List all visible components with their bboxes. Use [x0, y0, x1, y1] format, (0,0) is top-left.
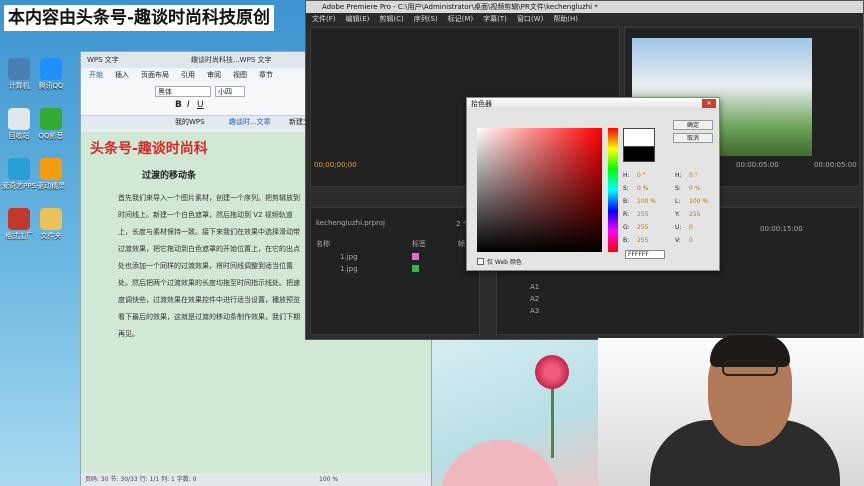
- driver-icon: [40, 158, 62, 180]
- old-color-swatch: [623, 146, 655, 162]
- close-icon[interactable]: ×: [702, 99, 716, 108]
- wallpaper-flower: [535, 355, 569, 389]
- pr-menu-seq[interactable]: 序列(S): [414, 13, 438, 25]
- pr-menu-mark[interactable]: 标记(M): [448, 13, 474, 25]
- size-select[interactable]: 小四: [215, 86, 245, 97]
- l-field[interactable]: 100 %: [689, 198, 708, 205]
- col-frame[interactable]: 帧: [458, 239, 465, 249]
- r-field[interactable]: 255: [637, 211, 648, 218]
- menu-section[interactable]: 章节: [259, 68, 273, 82]
- h-field[interactable]: 0 °: [637, 172, 646, 179]
- pr-menu-edit[interactable]: 编辑(E): [346, 13, 370, 25]
- pr-menu-file[interactable]: 文件(F): [312, 13, 336, 25]
- menu-layout[interactable]: 页面布局: [141, 68, 169, 82]
- zoom-label: 100 %: [319, 476, 339, 483]
- v-field[interactable]: 0: [689, 237, 693, 244]
- bold-icon[interactable]: B: [175, 100, 182, 110]
- pr-menu-help[interactable]: 帮助(H): [553, 13, 578, 25]
- doc-tab-current[interactable]: 趣谈时...文章: [229, 116, 271, 128]
- premiere-titlebar: Adobe Premiere Pro - C:\用户\Administrator…: [306, 1, 863, 13]
- s-field[interactable]: 0 %: [637, 185, 648, 192]
- col-label[interactable]: 标签: [412, 239, 426, 249]
- value-fields: H: 0 ° H: 0 ° S: 0 % S: 0 % B: 100 % L: 100 % R: 2…: [623, 172, 709, 244]
- wps-statusbar: 页码: 30 节: 30/33 行: 1/1 列: 1 字数: 0 100 %: [81, 473, 431, 486]
- underline-icon[interactable]: U: [197, 100, 204, 110]
- u-field[interactable]: 0: [689, 224, 693, 231]
- b-field[interactable]: 100 %: [637, 198, 656, 205]
- document-subtitle: 过渡的移动条: [142, 171, 197, 181]
- web-only-label: 仅 Web 颜色: [487, 259, 522, 266]
- label-swatch-pink: [412, 253, 419, 260]
- menu-insert[interactable]: 插入: [115, 68, 129, 82]
- menu-view[interactable]: 视图: [233, 68, 247, 82]
- color-picker-dialog: 拾色器 × 确定 取消 H: 0 ° H: 0 ° S: 0 % S: 0 % B: 100 …: [466, 97, 720, 271]
- cancel-button[interactable]: 取消: [673, 133, 713, 143]
- pr-menu-clip[interactable]: 剪辑(C): [379, 13, 403, 25]
- desktop-icon-player[interactable]: QQ影音: [20, 108, 82, 141]
- timeline-timecode: 00:00:15:00: [760, 225, 803, 233]
- watermark-text: 本内容由头条号-趣谈时尚科技原创: [4, 5, 275, 31]
- program-timecode[interactable]: 00:00:05:00: [736, 161, 779, 169]
- folder-icon: [40, 208, 62, 230]
- wps-app-tab[interactable]: WPS 文字: [87, 55, 119, 65]
- desktop-icon-driver[interactable]: 驱动精灵: [20, 158, 82, 191]
- s2-field[interactable]: 0 %: [689, 185, 700, 192]
- document-title: 头条号-趣谈时尚科: [90, 141, 208, 157]
- desktop-icon-folder[interactable]: 文件夹: [20, 208, 82, 241]
- project-name: kechengluzhi.prproj: [316, 219, 385, 227]
- track-a2[interactable]: A2: [530, 295, 539, 303]
- source-timecode[interactable]: 00;00;00;00: [314, 161, 357, 169]
- project-item[interactable]: 1.jpg: [340, 265, 358, 273]
- hex-input[interactable]: FFFFFF: [625, 250, 665, 259]
- project-item[interactable]: 1.jpg: [340, 253, 358, 261]
- qq-icon: [40, 58, 62, 80]
- y-field[interactable]: 255: [689, 211, 700, 218]
- wps-doc-tab[interactable]: 趣谈时尚科技...WPS 文字: [191, 55, 272, 65]
- webcam-person-glasses: [722, 360, 778, 376]
- pr-menu-window[interactable]: 窗口(W): [517, 13, 543, 25]
- player-icon: [40, 108, 62, 130]
- menu-start[interactable]: 开始: [89, 68, 103, 82]
- font-select[interactable]: 黑体: [155, 86, 211, 97]
- document-paragraph: 首先我们来导入一个图片素材，创建一个序列。把剪辑放到时间线上。新建一个白色遮罩，…: [118, 194, 300, 338]
- g-field[interactable]: 255: [637, 224, 648, 231]
- premiere-menubar: 文件(F) 编辑(E) 剪辑(C) 序列(S) 标记(M) 字幕(T) 窗口(W…: [306, 13, 863, 25]
- web-only-checkbox[interactable]: [477, 258, 484, 265]
- status-text: 页码: 30 节: 30/33 行: 1/1 列: 1 字数: 0: [85, 476, 197, 483]
- picker-title: 拾色器: [467, 98, 719, 110]
- track-a3[interactable]: A3: [530, 307, 539, 315]
- label-swatch-green: [412, 265, 419, 272]
- wallpaper-stem: [551, 388, 554, 458]
- menu-ref[interactable]: 引用: [181, 68, 195, 82]
- program-duration: 00:00:05:00: [814, 161, 857, 169]
- menu-review[interactable]: 审阅: [207, 68, 221, 82]
- track-a1[interactable]: A1: [530, 283, 539, 291]
- desktop-icon-qq[interactable]: 腾讯QQ: [20, 58, 82, 91]
- h2-field[interactable]: 0 °: [689, 172, 698, 179]
- doc-tab-mywps[interactable]: 我的WPS: [175, 116, 205, 128]
- ok-button[interactable]: 确定: [673, 120, 713, 130]
- hue-slider[interactable]: [608, 128, 618, 252]
- blue-field[interactable]: 255: [637, 237, 648, 244]
- italic-icon[interactable]: I: [187, 100, 190, 110]
- col-name[interactable]: 名称: [316, 239, 330, 249]
- pr-menu-title[interactable]: 字幕(T): [483, 13, 507, 25]
- saturation-field[interactable]: [477, 128, 602, 252]
